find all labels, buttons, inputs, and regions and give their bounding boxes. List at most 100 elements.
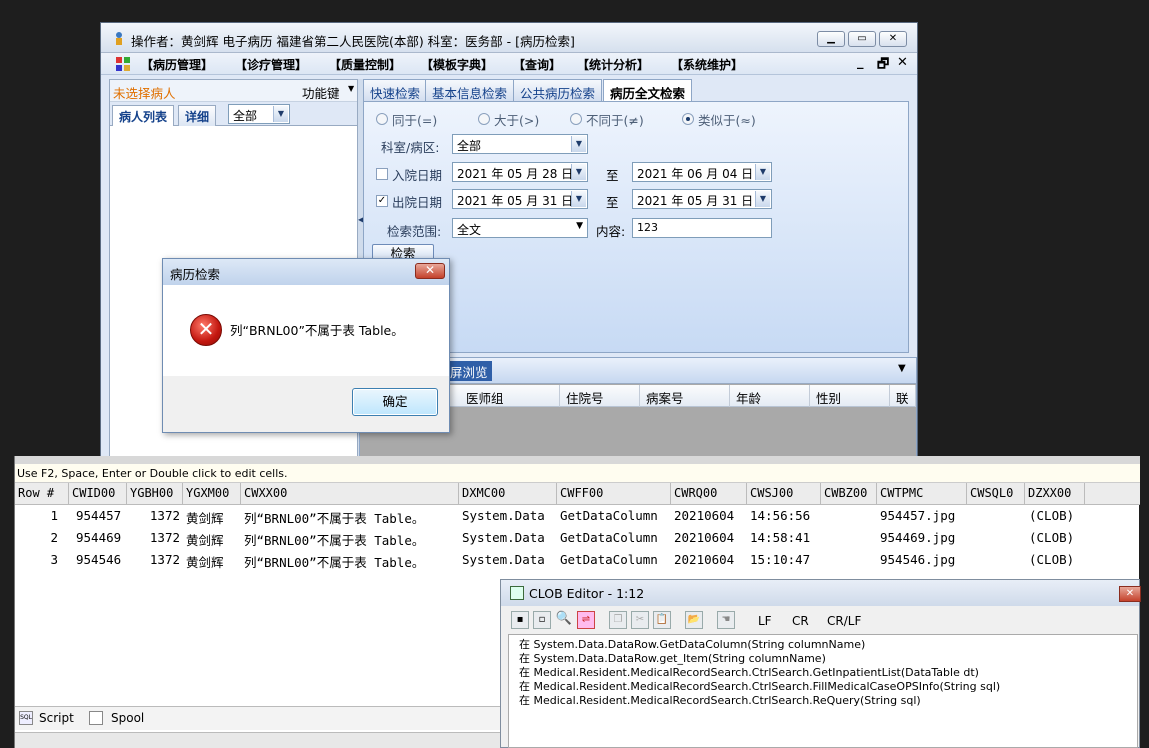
browse-button[interactable]: 屏浏览 [446, 361, 492, 381]
cell-dzxx00[interactable]: (CLOB) [1025, 527, 1085, 549]
cell-ygbh00[interactable]: 1372 [127, 527, 183, 549]
cell-cwbz00[interactable] [821, 527, 877, 549]
function-key-button[interactable]: 功能键 [302, 83, 340, 102]
copy-icon[interactable]: ❐ [609, 611, 627, 629]
radio-greater[interactable] [478, 113, 490, 125]
tab-basic-search[interactable]: 基本信息检索 [425, 79, 515, 101]
cell-ygxm00[interactable]: 黄剑辉 [183, 505, 241, 527]
col-ygxm00[interactable]: YGXM00 [183, 483, 241, 505]
cell-cwrq00[interactable]: 20210604 [671, 505, 747, 527]
col-row-number[interactable]: Row # [15, 483, 69, 505]
cell-cwsql0[interactable] [967, 549, 1025, 571]
radio-similar[interactable] [682, 113, 694, 125]
radio-equal[interactable] [376, 113, 388, 125]
col-inpatient-no[interactable]: 住院号 [560, 385, 640, 407]
menu-template[interactable]: 【模板字典】 [421, 56, 493, 73]
patient-filter-select[interactable]: 全部 ▼ [228, 104, 290, 124]
mdi-close-button[interactable]: ✕ [897, 55, 908, 70]
menu-medical-record[interactable]: 【病历管理】 [141, 56, 213, 73]
clob-close-button[interactable]: ✕ [1119, 586, 1141, 602]
cell-dzxx00[interactable]: (CLOB) [1025, 549, 1085, 571]
open-folder-icon[interactable]: 📂 [685, 611, 703, 629]
menu-quality[interactable]: 【质量控制】 [329, 56, 401, 73]
cell-cwid00[interactable]: 954546 [73, 549, 131, 571]
cell-dzxx00[interactable]: (CLOB) [1025, 505, 1085, 527]
find-icon[interactable]: 🔍 [555, 611, 573, 629]
admit-from-date[interactable]: 2021 年 05 月 28 日 ▼ [452, 162, 588, 182]
menu-query[interactable]: 【查询】 [513, 56, 561, 73]
cell-cwbz00[interactable] [821, 505, 877, 527]
tab-patient-list[interactable]: 病人列表 [112, 105, 175, 126]
admit-date-checkbox[interactable] [376, 168, 388, 180]
content-input[interactable]: 123 [632, 218, 772, 238]
cell-cwid00[interactable]: 954469 [73, 527, 131, 549]
close-button[interactable]: ✕ [879, 31, 907, 47]
cell-ygbh00[interactable]: 1372 [127, 505, 183, 527]
cell-cwff00[interactable]: GetDataColumn [557, 527, 671, 549]
cell-ygxm00[interactable]: 黄剑辉 [183, 527, 241, 549]
cell-cwrq00[interactable]: 20210604 [671, 549, 747, 571]
scope-select[interactable]: 全文 ▼ [452, 218, 588, 238]
cell-cwtpmc[interactable]: 954457.jpg [877, 505, 967, 527]
col-cwff00[interactable]: CWFF00 [557, 483, 671, 505]
discharge-to-date[interactable]: 2021 年 05 月 31 日 ▼ [632, 189, 772, 209]
cell-ygxm00[interactable]: 黄剑辉 [183, 549, 241, 571]
col-doctor-group[interactable]: 医师组 [460, 385, 560, 407]
cell-cwrq00[interactable]: 20210604 [671, 527, 747, 549]
col-dxmc00[interactable]: DXMC00 [459, 483, 557, 505]
col-cwbz00[interactable]: CWBZ00 [821, 483, 877, 505]
chevron-down-icon[interactable]: ▼ [898, 363, 906, 374]
minimize-button[interactable]: ▁ [817, 31, 845, 47]
discharge-date-checkbox[interactable]: ✓ [376, 195, 388, 207]
col-cwid00[interactable]: CWID00 [69, 483, 127, 505]
tab-script[interactable]: Script [39, 711, 74, 725]
cell-cwxx00[interactable]: 列“BRNL00”不属于表 Table。 [241, 505, 459, 527]
cell-cwbz00[interactable] [821, 549, 877, 571]
dialog-close-button[interactable]: ✕ [415, 263, 445, 279]
chevron-down-icon[interactable]: ▼ [348, 84, 354, 93]
save-icon[interactable]: ▪ [511, 611, 529, 629]
menu-statistics[interactable]: 【统计分析】 [577, 56, 649, 73]
col-cwtpmc[interactable]: CWTPMC [877, 483, 967, 505]
col-cwxx00[interactable]: CWXX00 [241, 483, 459, 505]
col-dzxx00[interactable]: DZXX00 [1025, 483, 1085, 505]
paste-icon[interactable]: 📋 [653, 611, 671, 629]
table-row[interactable]: 1 954457 1372 黄剑辉 列“BRNL00”不属于表 Table。 S… [15, 505, 1085, 527]
maximize-button[interactable]: ▭ [848, 31, 876, 47]
cell-cwsj00[interactable]: 15:10:47 [747, 549, 821, 571]
col-case-no[interactable]: 病案号 [640, 385, 730, 407]
dept-select[interactable]: 全部 ▼ [452, 134, 588, 154]
cell-cwsql0[interactable] [967, 527, 1025, 549]
menu-system[interactable]: 【系统维护】 [671, 56, 743, 73]
cell-cwsj00[interactable]: 14:58:41 [747, 527, 821, 549]
cell-dxmc00[interactable]: System.Data [459, 505, 557, 527]
cell-cwff00[interactable]: GetDataColumn [557, 549, 671, 571]
print-icon[interactable]: ▫ [533, 611, 551, 629]
col-cwsql0[interactable]: CWSQL0 [967, 483, 1025, 505]
cell-cwsj00[interactable]: 14:56:56 [747, 505, 821, 527]
discharge-from-date[interactable]: 2021 年 05 月 31 日 ▼ [452, 189, 588, 209]
tab-fulltext-search[interactable]: 病历全文检索 [603, 79, 693, 101]
pointer-icon[interactable]: ☚ [717, 611, 735, 629]
cell-cwsql0[interactable] [967, 505, 1025, 527]
cell-cwid00[interactable]: 954457 [73, 505, 131, 527]
radio-not-equal[interactable] [570, 113, 582, 125]
mdi-restore-button[interactable]: 🗗 [877, 55, 889, 77]
clob-text-area[interactable]: 在 System.Data.DataRow.GetDataColumn(Stri… [508, 634, 1138, 748]
cell-dxmc00[interactable]: System.Data [459, 549, 557, 571]
cell-ygbh00[interactable]: 1372 [127, 549, 183, 571]
table-row[interactable]: 2 954469 1372 黄剑辉 列“BRNL00”不属于表 Table。 S… [15, 527, 1085, 549]
cell-cwtpmc[interactable]: 954546.jpg [877, 549, 967, 571]
cell-dxmc00[interactable]: System.Data [459, 527, 557, 549]
cell-cwxx00[interactable]: 列“BRNL00”不属于表 Table。 [241, 549, 459, 571]
col-cwrq00[interactable]: CWRQ00 [671, 483, 747, 505]
tab-detail[interactable]: 详细 [178, 105, 217, 126]
cell-cwxx00[interactable]: 列“BRNL00”不属于表 Table。 [241, 527, 459, 549]
word-wrap-icon[interactable]: ⇌ [577, 611, 595, 629]
tab-spool[interactable]: Spool [111, 711, 144, 725]
col-gender[interactable]: 性别 [810, 385, 890, 407]
cell-cwtpmc[interactable]: 954469.jpg [877, 527, 967, 549]
cell-cwff00[interactable]: GetDataColumn [557, 505, 671, 527]
tab-public-search[interactable]: 公共病历检索 [513, 79, 603, 101]
col-contact[interactable]: 联 [890, 385, 916, 407]
